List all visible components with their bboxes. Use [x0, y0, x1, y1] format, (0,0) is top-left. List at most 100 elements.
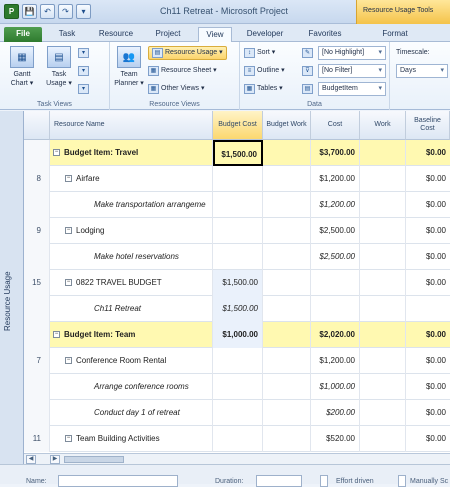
gantt-chart-button[interactable]: ▦ Gantt Chart ▾ — [5, 46, 39, 88]
budget-work-cell[interactable] — [263, 426, 311, 452]
baseline-cost-cell[interactable]: $0.00 — [406, 400, 450, 426]
expand-collapse-icon[interactable]: − — [53, 331, 60, 339]
work-cell[interactable] — [360, 192, 406, 218]
manually-scheduled-checkbox[interactable] — [398, 475, 406, 487]
cost-cell[interactable]: $520.00 — [311, 426, 360, 452]
budget-work-cell[interactable] — [263, 140, 311, 166]
expand-collapse-icon[interactable]: − — [65, 227, 72, 235]
cost-cell[interactable]: $1,200.00 — [311, 348, 360, 374]
tables-button[interactable]: ▦ Tables ▾ — [244, 82, 283, 96]
table-row[interactable]: 9− Lodging $2,500.00 $0.00 — [24, 218, 450, 244]
tab-developer[interactable]: Developer — [240, 27, 290, 42]
resource-name-cell[interactable]: Conduct day 1 of retreat — [50, 400, 213, 426]
effort-driven-checkbox[interactable] — [320, 475, 328, 487]
cost-cell[interactable]: $1,200.00 — [311, 192, 360, 218]
cost-cell[interactable]: $2,020.00 — [311, 322, 360, 348]
baseline-cost-cell[interactable]: $0.00 — [406, 166, 450, 192]
work-cell[interactable] — [360, 244, 406, 270]
select-all-corner[interactable] — [24, 111, 50, 140]
header-resource-name[interactable]: Resource Name — [50, 111, 213, 140]
name-field[interactable] — [58, 475, 178, 487]
budget-cost-cell[interactable] — [213, 244, 263, 270]
expand-collapse-icon[interactable]: − — [65, 279, 72, 287]
expand-collapse-icon[interactable]: − — [65, 357, 72, 365]
work-cell[interactable] — [360, 374, 406, 400]
resource-name-cell[interactable]: − Lodging — [50, 218, 213, 244]
header-budget-work[interactable]: Budget Work — [263, 111, 311, 140]
cost-cell[interactable]: $2,500.00 — [311, 218, 360, 244]
resource-name-cell[interactable]: Make hotel reservations — [50, 244, 213, 270]
work-cell[interactable] — [360, 218, 406, 244]
team-planner-button[interactable]: 👥 Team Planner ▾ — [112, 46, 146, 88]
work-cell[interactable] — [360, 426, 406, 452]
baseline-cost-cell[interactable] — [406, 296, 450, 322]
table-row[interactable]: Arrange conference rooms $1,000.00 $0.00 — [24, 374, 450, 400]
work-cell[interactable] — [360, 348, 406, 374]
budget-cost-cell[interactable] — [213, 348, 263, 374]
budget-cost-cell[interactable]: $1,500.00 — [213, 140, 263, 166]
table-row[interactable]: Conduct day 1 of retreat $200.00 $0.00 — [24, 400, 450, 426]
baseline-cost-cell[interactable]: $0.00 — [406, 140, 450, 166]
timescale-dropdown[interactable]: Days — [396, 64, 448, 78]
group-by-dropdown[interactable]: BudgetItem — [318, 82, 386, 96]
save-icon[interactable]: 💾 — [22, 4, 37, 19]
table-row[interactable]: 15−0822 TRAVEL BUDGET $1,500.00 $0.00 — [24, 270, 450, 296]
scroll-right-icon[interactable]: ▶ — [50, 455, 60, 464]
table-row[interactable]: Make hotel reservations $2,500.00 $0.00 — [24, 244, 450, 270]
resource-name-cell[interactable]: − Airfare — [50, 166, 213, 192]
baseline-cost-cell[interactable]: $0.00 — [406, 270, 450, 296]
undo-icon[interactable]: ↶ — [40, 4, 55, 19]
cost-cell[interactable] — [311, 270, 360, 296]
budget-cost-cell[interactable]: $1,000.00 — [213, 322, 263, 348]
calendar-button[interactable]: ▾ — [78, 64, 89, 78]
work-cell[interactable] — [360, 322, 406, 348]
tab-format[interactable]: Format — [370, 27, 420, 42]
budget-work-cell[interactable] — [263, 218, 311, 244]
baseline-cost-cell[interactable]: $0.00 — [406, 348, 450, 374]
work-cell[interactable] — [360, 400, 406, 426]
table-row[interactable]: 7− Conference Room Rental $1,200.00 $0.00 — [24, 348, 450, 374]
outline-button[interactable]: ≡ Outline ▾ — [244, 64, 285, 78]
baseline-cost-cell[interactable]: $0.00 — [406, 244, 450, 270]
duration-field[interactable] — [256, 475, 302, 487]
cost-cell[interactable]: $2,500.00 — [311, 244, 360, 270]
scroll-left-icon[interactable]: ◀ — [26, 455, 36, 464]
budget-work-cell[interactable] — [263, 374, 311, 400]
highlight-dropdown[interactable]: [No Highlight] — [318, 46, 386, 60]
baseline-cost-cell[interactable]: $0.00 — [406, 426, 450, 452]
work-cell[interactable] — [360, 140, 406, 166]
baseline-cost-cell[interactable]: $0.00 — [406, 322, 450, 348]
resource-name-cell[interactable]: − Conference Room Rental — [50, 348, 213, 374]
resource-name-cell[interactable]: Arrange conference rooms — [50, 374, 213, 400]
budget-cost-cell[interactable] — [213, 166, 263, 192]
table-row[interactable]: Make transportation arrangeme $1,200.00 $0… — [24, 192, 450, 218]
resource-usage-button[interactable]: ▤ Resource Usage ▾ — [148, 46, 227, 60]
other-views-button[interactable]: ▦ Other Views ▾ — [148, 82, 204, 96]
baseline-cost-cell[interactable]: $0.00 — [406, 192, 450, 218]
table-row[interactable]: − Budget Item: Team $1,000.00 $2,020.00 $0.0… — [24, 322, 450, 348]
tab-favorites[interactable]: Favorites — [300, 27, 350, 42]
customize-qat-icon[interactable]: ▾ — [76, 4, 91, 19]
task-usage-button[interactable]: ▤ Task Usage ▾ — [42, 46, 76, 88]
resource-name-cell[interactable]: Make transportation arrangeme — [50, 192, 213, 218]
baseline-cost-cell[interactable]: $0.00 — [406, 218, 450, 244]
budget-work-cell[interactable] — [263, 322, 311, 348]
resource-sheet-button[interactable]: ▦ Resource Sheet ▾ — [148, 64, 217, 78]
budget-cost-cell[interactable]: $1,500.00 — [213, 296, 263, 322]
resource-name-cell[interactable]: Ch11 Retreat — [50, 296, 213, 322]
redo-icon[interactable]: ↷ — [58, 4, 73, 19]
work-cell[interactable] — [360, 166, 406, 192]
cost-cell[interactable]: $3,700.00 — [311, 140, 360, 166]
resource-usage-tools-tab[interactable]: Resource Usage Tools — [356, 0, 450, 24]
other-task-views-button[interactable]: ▾ — [78, 82, 89, 96]
budget-cost-cell[interactable] — [213, 426, 263, 452]
work-cell[interactable] — [360, 296, 406, 322]
work-cell[interactable] — [360, 270, 406, 296]
resource-name-cell[interactable]: − Budget Item: Travel — [50, 140, 213, 166]
expand-collapse-icon[interactable]: − — [65, 435, 72, 443]
scrollbar-thumb[interactable] — [64, 456, 124, 463]
budget-work-cell[interactable] — [263, 192, 311, 218]
header-budget-cost[interactable]: Budget Cost — [213, 111, 263, 140]
budget-work-cell[interactable] — [263, 348, 311, 374]
header-cost[interactable]: Cost — [311, 111, 360, 140]
